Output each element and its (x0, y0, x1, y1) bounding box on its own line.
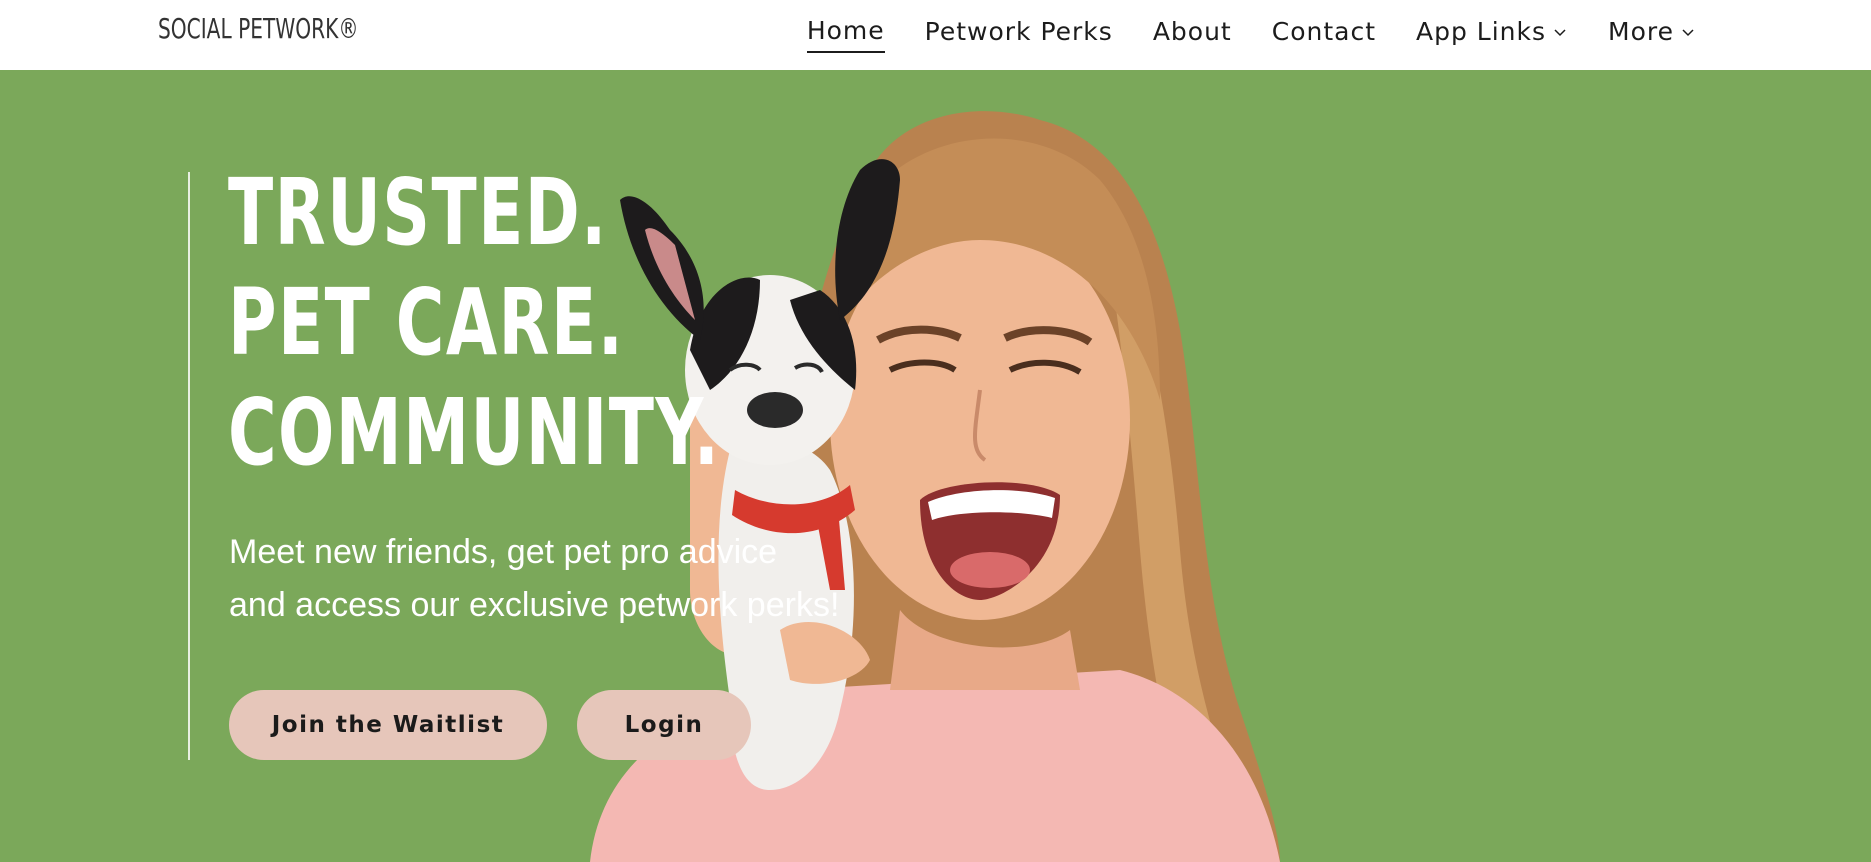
nav-home[interactable]: Home (806, 16, 885, 53)
headline-line-2: PET CARE. (228, 269, 625, 376)
headline-line-3: COMMUNITY. (228, 379, 721, 486)
nav-app-links[interactable]: App Links (1416, 17, 1568, 52)
subtext-line-2: and access our exclusive petwork perks! (229, 586, 840, 624)
nav-petwork-perks[interactable]: Petwork Perks (925, 17, 1113, 52)
nav-about[interactable]: About (1153, 17, 1232, 52)
nav-more-label: More (1608, 17, 1674, 46)
nav-contact-label: Contact (1271, 17, 1376, 46)
nav-home-label: Home (806, 16, 885, 45)
hero-subtext: Meet new friends, get pet pro advice and… (229, 526, 949, 632)
nav-app-links-label: App Links (1416, 17, 1547, 46)
main-nav: Home Petwork Perks About Contact App Lin… (806, 16, 1696, 53)
nav-about-label: About (1152, 17, 1232, 46)
nav-contact[interactable]: Contact (1272, 17, 1376, 52)
subtext-line-1: Meet new friends, get pet pro advice (229, 533, 778, 571)
nav-petwork-perks-label: Petwork Perks (924, 17, 1113, 46)
decorative-vertical-line (188, 172, 190, 760)
join-waitlist-button[interactable]: Join the Waitlist (229, 690, 547, 760)
chevron-down-icon (1554, 28, 1566, 36)
site-logo[interactable]: SOCIAL PETWORK® (158, 12, 359, 45)
hero-headline: TRUSTED. PET CARE. COMMUNITY. (228, 158, 912, 488)
login-button[interactable]: Login (577, 690, 751, 760)
hero-section: TRUSTED. PET CARE. COMMUNITY. Meet new f… (0, 70, 1871, 862)
headline-line-1: TRUSTED. (228, 159, 608, 266)
chevron-down-icon (1682, 28, 1694, 36)
site-header: SOCIAL PETWORK® Home Petwork Perks About… (0, 0, 1871, 70)
nav-more[interactable]: More (1608, 17, 1696, 52)
